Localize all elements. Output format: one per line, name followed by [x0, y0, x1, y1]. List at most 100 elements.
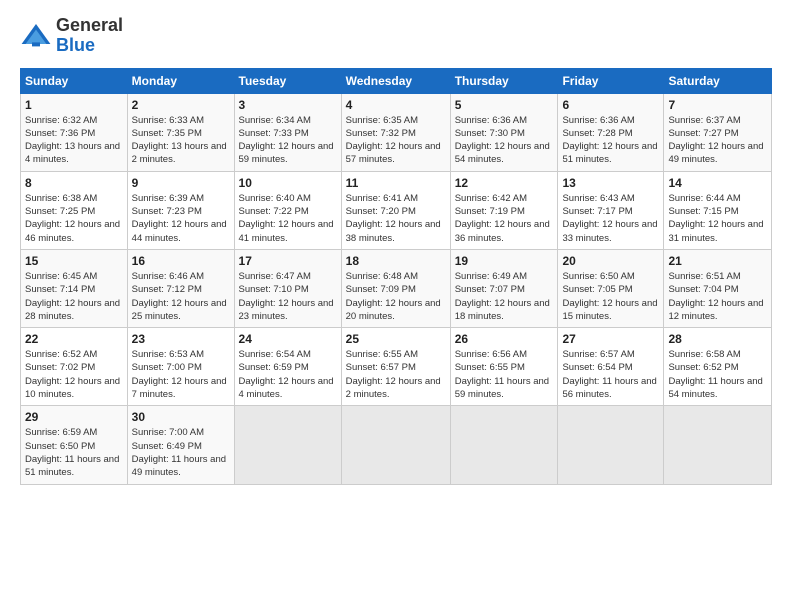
day-info: Sunrise: 6:42 AM Sunset: 7:19 PM Dayligh… — [455, 192, 554, 245]
calendar-table: SundayMondayTuesdayWednesdayThursdayFrid… — [20, 68, 772, 485]
day-info: Sunrise: 6:56 AM Sunset: 6:55 PM Dayligh… — [455, 348, 554, 401]
day-info: Sunrise: 6:49 AM Sunset: 7:07 PM Dayligh… — [455, 270, 554, 323]
day-number: 20 — [562, 254, 659, 268]
day-number: 18 — [346, 254, 446, 268]
day-number: 14 — [668, 176, 767, 190]
day-info: Sunrise: 6:43 AM Sunset: 7:17 PM Dayligh… — [562, 192, 659, 245]
calendar-header-tuesday: Tuesday — [234, 68, 341, 93]
day-number: 9 — [132, 176, 230, 190]
calendar-cell: 24 Sunrise: 6:54 AM Sunset: 6:59 PM Dayl… — [234, 328, 341, 406]
day-number: 23 — [132, 332, 230, 346]
day-number: 1 — [25, 98, 123, 112]
day-number: 27 — [562, 332, 659, 346]
day-number: 6 — [562, 98, 659, 112]
day-number: 4 — [346, 98, 446, 112]
calendar-week-2: 8 Sunrise: 6:38 AM Sunset: 7:25 PM Dayli… — [21, 171, 772, 249]
day-number: 17 — [239, 254, 337, 268]
day-info: Sunrise: 6:51 AM Sunset: 7:04 PM Dayligh… — [668, 270, 767, 323]
calendar-cell: 2 Sunrise: 6:33 AM Sunset: 7:35 PM Dayli… — [127, 93, 234, 171]
day-info: Sunrise: 6:38 AM Sunset: 7:25 PM Dayligh… — [25, 192, 123, 245]
calendar-cell: 22 Sunrise: 6:52 AM Sunset: 7:02 PM Dayl… — [21, 328, 128, 406]
logo-general: General — [56, 15, 123, 35]
logo: General Blue — [20, 16, 123, 56]
day-number: 19 — [455, 254, 554, 268]
calendar-cell: 5 Sunrise: 6:36 AM Sunset: 7:30 PM Dayli… — [450, 93, 558, 171]
day-info: Sunrise: 6:41 AM Sunset: 7:20 PM Dayligh… — [346, 192, 446, 245]
calendar-cell: 23 Sunrise: 6:53 AM Sunset: 7:00 PM Dayl… — [127, 328, 234, 406]
day-number: 22 — [25, 332, 123, 346]
logo-blue: Blue — [56, 35, 95, 55]
day-info: Sunrise: 7:00 AM Sunset: 6:49 PM Dayligh… — [132, 426, 230, 479]
calendar-cell — [341, 406, 450, 484]
calendar-cell: 17 Sunrise: 6:47 AM Sunset: 7:10 PM Dayl… — [234, 249, 341, 327]
calendar-cell: 7 Sunrise: 6:37 AM Sunset: 7:27 PM Dayli… — [664, 93, 772, 171]
calendar-cell: 27 Sunrise: 6:57 AM Sunset: 6:54 PM Dayl… — [558, 328, 664, 406]
calendar-header-row: SundayMondayTuesdayWednesdayThursdayFrid… — [21, 68, 772, 93]
day-info: Sunrise: 6:55 AM Sunset: 6:57 PM Dayligh… — [346, 348, 446, 401]
day-info: Sunrise: 6:45 AM Sunset: 7:14 PM Dayligh… — [25, 270, 123, 323]
calendar-header-sunday: Sunday — [21, 68, 128, 93]
day-info: Sunrise: 6:36 AM Sunset: 7:30 PM Dayligh… — [455, 114, 554, 167]
day-number: 5 — [455, 98, 554, 112]
calendar-cell: 1 Sunrise: 6:32 AM Sunset: 7:36 PM Dayli… — [21, 93, 128, 171]
logo-icon — [20, 20, 52, 52]
calendar-cell: 10 Sunrise: 6:40 AM Sunset: 7:22 PM Dayl… — [234, 171, 341, 249]
page: General Blue SundayMondayTuesdayWednesda… — [0, 0, 792, 495]
calendar-week-1: 1 Sunrise: 6:32 AM Sunset: 7:36 PM Dayli… — [21, 93, 772, 171]
calendar-week-4: 22 Sunrise: 6:52 AM Sunset: 7:02 PM Dayl… — [21, 328, 772, 406]
day-number: 2 — [132, 98, 230, 112]
calendar-cell — [234, 406, 341, 484]
calendar-cell — [664, 406, 772, 484]
day-info: Sunrise: 6:39 AM Sunset: 7:23 PM Dayligh… — [132, 192, 230, 245]
day-info: Sunrise: 6:47 AM Sunset: 7:10 PM Dayligh… — [239, 270, 337, 323]
day-info: Sunrise: 6:48 AM Sunset: 7:09 PM Dayligh… — [346, 270, 446, 323]
calendar-cell: 28 Sunrise: 6:58 AM Sunset: 6:52 PM Dayl… — [664, 328, 772, 406]
day-number: 26 — [455, 332, 554, 346]
day-number: 15 — [25, 254, 123, 268]
day-info: Sunrise: 6:53 AM Sunset: 7:00 PM Dayligh… — [132, 348, 230, 401]
day-info: Sunrise: 6:59 AM Sunset: 6:50 PM Dayligh… — [25, 426, 123, 479]
logo-text: General Blue — [56, 16, 123, 56]
calendar-cell: 19 Sunrise: 6:49 AM Sunset: 7:07 PM Dayl… — [450, 249, 558, 327]
header: General Blue — [20, 16, 772, 56]
calendar-cell: 11 Sunrise: 6:41 AM Sunset: 7:20 PM Dayl… — [341, 171, 450, 249]
day-info: Sunrise: 6:54 AM Sunset: 6:59 PM Dayligh… — [239, 348, 337, 401]
calendar-cell: 13 Sunrise: 6:43 AM Sunset: 7:17 PM Dayl… — [558, 171, 664, 249]
day-info: Sunrise: 6:36 AM Sunset: 7:28 PM Dayligh… — [562, 114, 659, 167]
calendar-cell: 6 Sunrise: 6:36 AM Sunset: 7:28 PM Dayli… — [558, 93, 664, 171]
calendar-cell: 8 Sunrise: 6:38 AM Sunset: 7:25 PM Dayli… — [21, 171, 128, 249]
calendar-cell: 20 Sunrise: 6:50 AM Sunset: 7:05 PM Dayl… — [558, 249, 664, 327]
day-number: 10 — [239, 176, 337, 190]
day-number: 11 — [346, 176, 446, 190]
calendar-cell: 14 Sunrise: 6:44 AM Sunset: 7:15 PM Dayl… — [664, 171, 772, 249]
calendar-cell: 29 Sunrise: 6:59 AM Sunset: 6:50 PM Dayl… — [21, 406, 128, 484]
calendar-cell — [558, 406, 664, 484]
calendar-cell: 4 Sunrise: 6:35 AM Sunset: 7:32 PM Dayli… — [341, 93, 450, 171]
calendar-cell: 30 Sunrise: 7:00 AM Sunset: 6:49 PM Dayl… — [127, 406, 234, 484]
calendar-header-wednesday: Wednesday — [341, 68, 450, 93]
day-number: 24 — [239, 332, 337, 346]
day-number: 25 — [346, 332, 446, 346]
day-number: 30 — [132, 410, 230, 424]
calendar-cell: 9 Sunrise: 6:39 AM Sunset: 7:23 PM Dayli… — [127, 171, 234, 249]
day-info: Sunrise: 6:46 AM Sunset: 7:12 PM Dayligh… — [132, 270, 230, 323]
calendar-cell: 12 Sunrise: 6:42 AM Sunset: 7:19 PM Dayl… — [450, 171, 558, 249]
day-info: Sunrise: 6:57 AM Sunset: 6:54 PM Dayligh… — [562, 348, 659, 401]
day-info: Sunrise: 6:32 AM Sunset: 7:36 PM Dayligh… — [25, 114, 123, 167]
calendar-cell: 18 Sunrise: 6:48 AM Sunset: 7:09 PM Dayl… — [341, 249, 450, 327]
calendar-header-thursday: Thursday — [450, 68, 558, 93]
calendar-week-5: 29 Sunrise: 6:59 AM Sunset: 6:50 PM Dayl… — [21, 406, 772, 484]
day-number: 16 — [132, 254, 230, 268]
day-info: Sunrise: 6:40 AM Sunset: 7:22 PM Dayligh… — [239, 192, 337, 245]
day-number: 7 — [668, 98, 767, 112]
day-info: Sunrise: 6:34 AM Sunset: 7:33 PM Dayligh… — [239, 114, 337, 167]
day-number: 8 — [25, 176, 123, 190]
calendar-cell: 15 Sunrise: 6:45 AM Sunset: 7:14 PM Dayl… — [21, 249, 128, 327]
day-number: 29 — [25, 410, 123, 424]
calendar-cell: 26 Sunrise: 6:56 AM Sunset: 6:55 PM Dayl… — [450, 328, 558, 406]
day-info: Sunrise: 6:33 AM Sunset: 7:35 PM Dayligh… — [132, 114, 230, 167]
day-info: Sunrise: 6:50 AM Sunset: 7:05 PM Dayligh… — [562, 270, 659, 323]
calendar-header-saturday: Saturday — [664, 68, 772, 93]
day-number: 12 — [455, 176, 554, 190]
calendar-cell: 25 Sunrise: 6:55 AM Sunset: 6:57 PM Dayl… — [341, 328, 450, 406]
